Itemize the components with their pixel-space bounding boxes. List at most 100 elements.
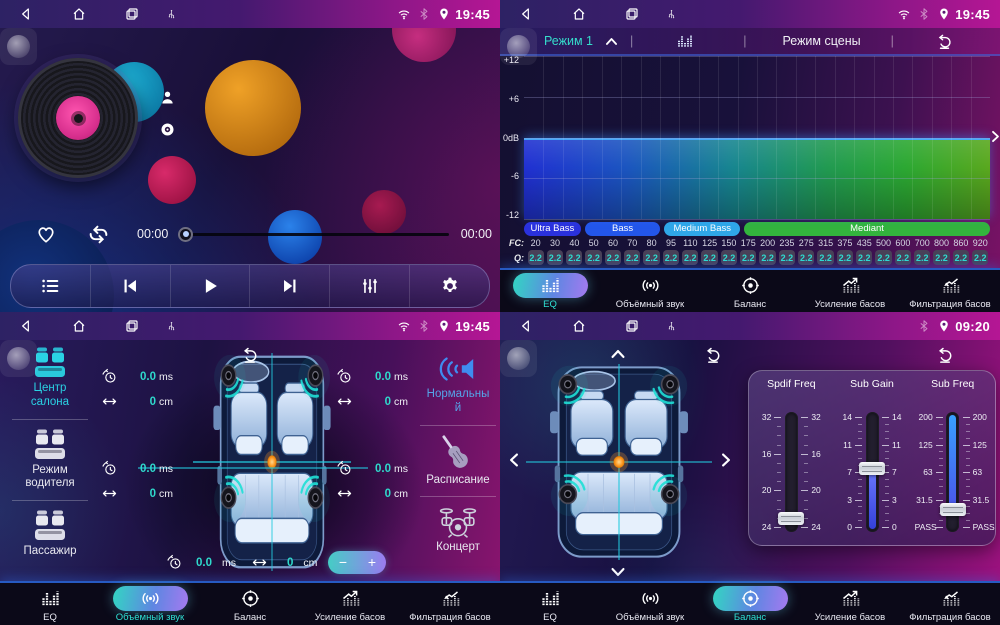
volume-knob[interactable] — [500, 340, 537, 377]
q-value-button[interactable]: 2.2 — [953, 250, 969, 265]
q-value-button[interactable]: 2.2 — [933, 250, 949, 265]
delay-cm-value[interactable]: 0 — [150, 396, 156, 408]
tab-bass-filter[interactable]: Фильтрация басов — [400, 583, 500, 625]
delay-ms-value[interactable]: 0.0 — [140, 463, 156, 475]
tab-eq[interactable]: EQ — [500, 583, 600, 625]
tab-balance[interactable]: Баланс — [200, 583, 300, 625]
chevron-right-icon[interactable] — [716, 450, 736, 470]
q-value-button[interactable]: 2.2 — [663, 250, 679, 265]
chevron-up-icon[interactable] — [608, 344, 628, 364]
scene-schedule[interactable]: Расписание — [416, 432, 500, 491]
tab-eq[interactable]: EQ — [0, 583, 100, 625]
distance-icon[interactable] — [336, 485, 353, 502]
reset-icon[interactable] — [935, 32, 954, 51]
q-value-button[interactable]: 2.2 — [817, 250, 833, 265]
q-value-button[interactable]: 2.2 — [643, 250, 659, 265]
tab-surround-sound[interactable]: Объёмный звук — [600, 583, 700, 625]
delay-clock-icon[interactable] — [336, 368, 353, 385]
q-value-button[interactable]: 2.2 — [895, 250, 911, 265]
increase-button[interactable]: + — [357, 551, 386, 574]
previous-track-button[interactable] — [90, 265, 170, 307]
delay-ms-value[interactable]: 0.0 — [375, 371, 391, 383]
reset-icon[interactable] — [703, 345, 723, 365]
q-value-button[interactable]: 2.2 — [566, 250, 582, 265]
seek-thumb[interactable] — [178, 227, 193, 242]
q-value-button[interactable]: 2.2 — [875, 250, 891, 265]
delay-ms-value[interactable]: 0.0 — [140, 371, 156, 383]
tab-bass-filter[interactable]: Фильтрация басов — [900, 270, 1000, 312]
tab-balance[interactable]: Баланс — [700, 583, 800, 625]
home-icon[interactable] — [571, 6, 587, 22]
q-value-button[interactable]: 2.2 — [605, 250, 621, 265]
distance-icon[interactable] — [101, 485, 118, 502]
delay-clock-icon[interactable] — [101, 368, 118, 385]
next-page-arrow[interactable] — [987, 128, 1000, 145]
audio-effects-button[interactable] — [329, 265, 409, 307]
reset-icon[interactable] — [935, 345, 955, 365]
recents-icon[interactable] — [624, 318, 640, 334]
position-driver-mode[interactable]: Режим водителя — [0, 426, 100, 495]
q-value-button[interactable]: 2.2 — [972, 250, 988, 265]
tab-bass-boost[interactable]: Усиление басов — [800, 270, 900, 312]
slider-handle[interactable] — [940, 503, 966, 516]
q-value-button[interactable]: 2.2 — [779, 250, 795, 265]
play-button[interactable] — [170, 265, 250, 307]
back-icon[interactable] — [18, 6, 34, 22]
scene-concert[interactable]: Концерт — [416, 503, 500, 558]
position-passenger[interactable]: Пассажир — [0, 507, 100, 562]
eq-plot-area[interactable] — [524, 56, 990, 219]
favorite-icon[interactable] — [35, 223, 57, 245]
home-icon[interactable] — [71, 318, 87, 334]
recents-icon[interactable] — [124, 318, 140, 334]
q-value-button[interactable]: 2.2 — [740, 250, 756, 265]
q-value-button[interactable]: 2.2 — [759, 250, 775, 265]
tab-bass-filter[interactable]: Фильтрация басов — [900, 583, 1000, 625]
q-value-button[interactable]: 2.2 — [547, 250, 563, 265]
volume-knob[interactable] — [0, 28, 37, 65]
delay-cm-value[interactable]: 0 — [150, 488, 156, 500]
recents-icon[interactable] — [124, 6, 140, 22]
home-icon[interactable] — [571, 318, 587, 334]
distance-icon[interactable] — [101, 393, 118, 410]
delay-cm-value[interactable]: 0 — [385, 396, 391, 408]
spdif-freq-slider[interactable]: 3232161620202424 — [753, 408, 829, 536]
q-value-button[interactable]: 2.2 — [837, 250, 853, 265]
tab-bass-boost[interactable]: Усиление басов — [300, 583, 400, 625]
repeat-icon[interactable] — [86, 222, 111, 247]
tab-eq[interactable]: EQ — [500, 270, 600, 312]
q-value-button[interactable]: 2.2 — [856, 250, 872, 265]
eq-bars-icon[interactable] — [675, 32, 695, 50]
chevron-up-icon[interactable] — [603, 33, 620, 50]
home-icon[interactable] — [71, 6, 87, 22]
q-value-button[interactable]: 2.2 — [624, 250, 640, 265]
tab-surround-sound[interactable]: Объёмный звук — [100, 583, 200, 625]
sub-freq-slider[interactable]: 200200125125636331.531.5PASSPASS — [915, 408, 991, 536]
tab-surround-sound[interactable]: Объёмный звук — [600, 270, 700, 312]
scene-normal[interactable]: Нормальный — [416, 350, 500, 419]
distance-icon[interactable] — [336, 393, 353, 410]
next-track-button[interactable] — [249, 265, 329, 307]
chevron-down-icon[interactable] — [608, 562, 628, 582]
q-value-button[interactable]: 2.2 — [914, 250, 930, 265]
seek-bar[interactable] — [180, 233, 448, 236]
slider-handle[interactable] — [778, 512, 804, 525]
scene-mode-button[interactable]: Режим сцены — [782, 34, 860, 48]
q-value-button[interactable]: 2.2 — [721, 250, 737, 265]
delay-cm-value[interactable]: 0 — [385, 488, 391, 500]
volume-knob[interactable] — [0, 340, 37, 377]
eq-mode-selector[interactable]: Режим 1 — [544, 34, 593, 48]
volume-knob[interactable] — [500, 28, 537, 65]
q-value-button[interactable]: 2.2 — [682, 250, 698, 265]
back-icon[interactable] — [518, 318, 534, 334]
settings-button[interactable] — [409, 265, 489, 307]
q-value-button[interactable]: 2.2 — [528, 250, 544, 265]
delay-clock-icon[interactable] — [336, 460, 353, 477]
tab-bass-boost[interactable]: Усиление басов — [800, 583, 900, 625]
q-value-button[interactable]: 2.2 — [585, 250, 601, 265]
back-icon[interactable] — [18, 318, 34, 334]
slider-handle[interactable] — [859, 462, 885, 475]
decrease-button[interactable]: − — [328, 551, 357, 574]
delay-ms-value[interactable]: 0.0 — [375, 463, 391, 475]
q-value-button[interactable]: 2.2 — [798, 250, 814, 265]
q-value-button[interactable]: 2.2 — [701, 250, 717, 265]
